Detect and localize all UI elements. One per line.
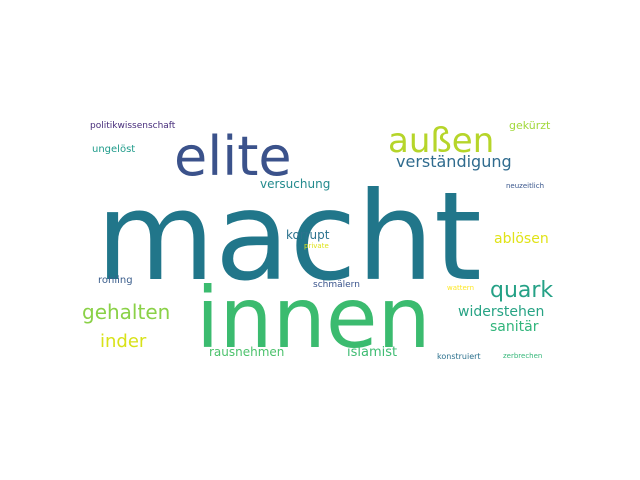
word-cloud-word: schmälern [313, 280, 360, 290]
word-cloud-word: ungelöst [92, 144, 136, 155]
word-cloud-word: rausnehmen [209, 345, 285, 359]
word-cloud-word: konstruiert [437, 352, 481, 361]
word-cloud-word: sanitär [490, 319, 539, 335]
word-cloud-word: elite [174, 125, 292, 188]
word-cloud-word: private [304, 242, 329, 250]
word-cloud-word: gekürzt [509, 119, 551, 132]
word-cloud-word: verständigung [396, 152, 512, 171]
word-cloud-word: korrupt [286, 228, 330, 242]
word-cloud-word: wattern [447, 284, 475, 292]
word-cloud-word: quark [490, 278, 554, 303]
word-cloud-word: gehalten [82, 300, 171, 324]
word-cloud-word: rohling [98, 275, 133, 286]
word-cloud-word: islamist [347, 345, 398, 360]
word-cloud-word: politikwissenschaft [90, 121, 176, 131]
word-cloud-word: zerbrechen [503, 352, 543, 360]
word-cloud: macht innen elite außen verständigung quark ge… [0, 0, 640, 480]
word-cloud-word: versuchung [260, 177, 331, 191]
word-cloud-word: neuzeitlich [506, 182, 545, 190]
word-cloud-word: inder [100, 331, 147, 352]
word-cloud-word: ablösen [494, 231, 549, 247]
word-cloud-word: widerstehen [458, 304, 545, 320]
